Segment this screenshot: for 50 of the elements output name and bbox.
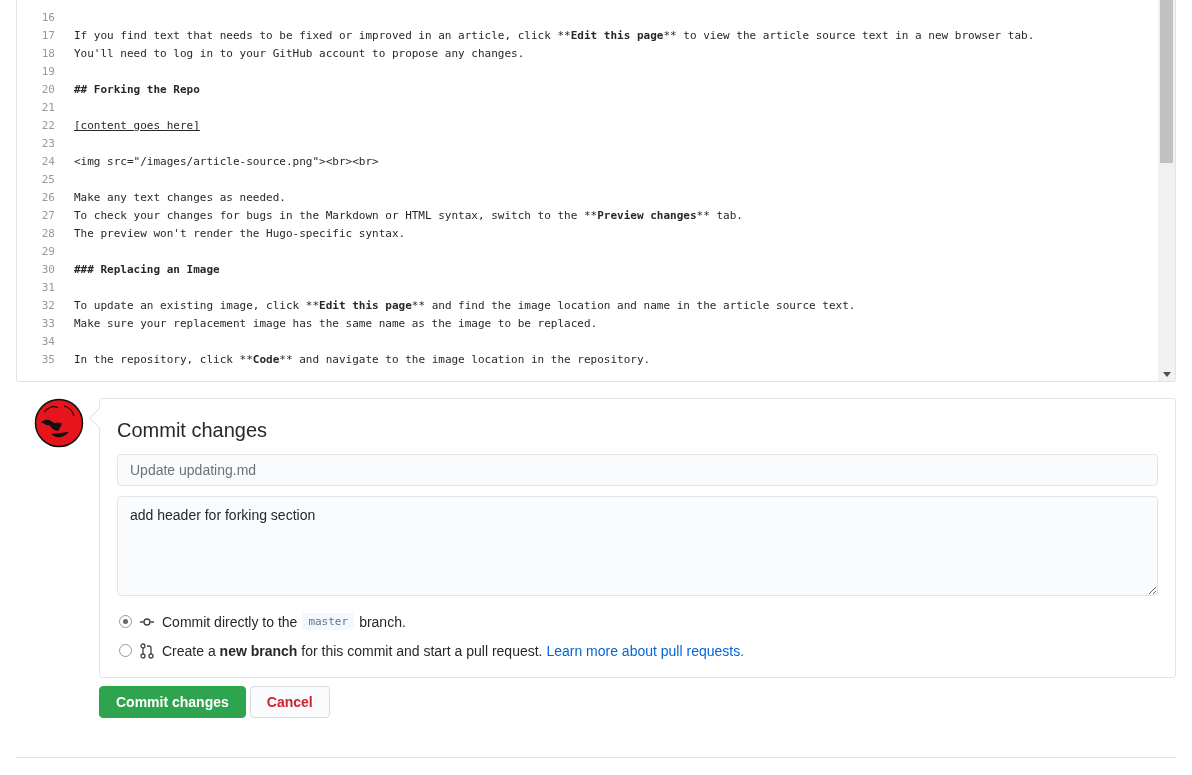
code-line: Make sure your replacement image has the same name as the image to be replaced. (74, 316, 598, 332)
code-line: ## Forking the Repo (74, 82, 200, 98)
line-number: 33 (40, 316, 55, 332)
line-number: 30 (40, 262, 55, 278)
cancel-button[interactable]: Cancel (249, 686, 330, 718)
panel-title: Commit changes (117, 419, 269, 442)
line-number: 32 (40, 298, 55, 314)
branch-name: master (302, 613, 355, 630)
code-line: <img src="/images/article-source.png"><br><br> (74, 154, 379, 170)
line-number: 28 (40, 226, 55, 242)
radio-button[interactable] (119, 644, 132, 657)
line-number: 19 (40, 64, 55, 80)
code-line: The preview won't render the Hugo-specific syntax. (74, 226, 406, 242)
line-number: 22 (40, 118, 55, 134)
line-number: 34 (40, 334, 55, 350)
line-number: 18 (40, 46, 55, 62)
code-line: Make any text changes as needed. (74, 190, 286, 206)
code-line: If you find text that needs to be fixed or improved in an article, click **Edit this page** to view the article source text in a new browser tab. (74, 28, 1035, 44)
option-label: Commit directly to the (162, 613, 298, 630)
code-line: [content goes here] (74, 118, 200, 134)
code-line: In the repository, click **Code** and navigate to the image location in the repository. (74, 352, 651, 368)
line-number: 25 (40, 172, 55, 188)
line-number: 29 (40, 244, 55, 260)
avatar (34, 398, 84, 448)
code-line: ### Replacing an Image (74, 262, 220, 278)
down-arrow-icon[interactable] (1162, 372, 1171, 377)
scrollbar[interactable] (1158, 0, 1175, 381)
commit-icon (140, 617, 154, 626)
line-number: 26 (40, 190, 55, 206)
pull-request-icon (140, 642, 154, 659)
line-number: 23 (40, 136, 55, 152)
line-number: 16 (40, 10, 55, 26)
line-number: 31 (40, 280, 55, 296)
code-line: To update an existing image, click **Edit this page** and find the image location and name in the article source text. (74, 298, 856, 314)
line-number: 20 (40, 82, 55, 98)
option-label: Create a new branch for this commit and start a pull request. Learn more about pull requests. (162, 642, 745, 659)
commit-button[interactable]: Commit changes (99, 686, 246, 718)
description-field[interactable]: add header for forking section (117, 496, 1158, 596)
line-number: 17 (40, 28, 55, 44)
line-number: 24 (40, 154, 55, 170)
code-line: You'll need to log in to your GitHub account to propose any changes. (74, 46, 525, 62)
code-editor[interactable] (16, 0, 1176, 382)
code-line: To check your changes for bugs in the Markdown or HTML syntax, switch to the **Preview changes** tab. (74, 208, 743, 224)
line-number: 21 (40, 100, 55, 116)
line-number: 27 (40, 208, 55, 224)
radio-button[interactable] (119, 615, 132, 628)
option-label: branch. (359, 613, 406, 630)
summary-field[interactable]: Update updating.md (117, 454, 1158, 486)
line-number: 35 (40, 352, 55, 368)
learn-more-link[interactable]: Learn more about pull requests. (546, 642, 745, 659)
